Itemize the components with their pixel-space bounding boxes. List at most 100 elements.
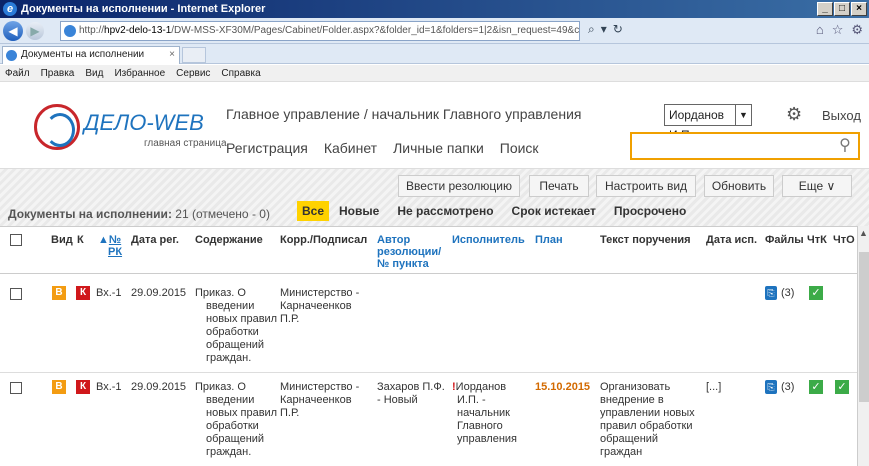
url-rest: /DW-MSS-XF30M/Pages/Cabinet/Folder.aspx?… — [171, 25, 580, 36]
row-1-corr-line: Министерство - — [280, 287, 360, 299]
back-button[interactable]: ◀ — [3, 20, 23, 41]
row-1-files-count[interactable]: (3) — [781, 287, 794, 300]
col-plan[interactable]: План — [535, 234, 563, 246]
col-k[interactable]: К — [77, 234, 84, 246]
row-2-content-line: введении — [206, 394, 255, 406]
nav-personal-folders[interactable]: Личные папки — [393, 140, 484, 156]
filter-not-reviewed[interactable]: Не рассмотрено — [397, 204, 493, 218]
row-1-content-line: введении — [206, 300, 255, 312]
col-executor[interactable]: Исполнитель — [452, 234, 525, 246]
filter-all[interactable]: Все — [297, 201, 330, 221]
view-badge-icon[interactable]: В — [52, 286, 66, 300]
nav-search[interactable]: Поиск — [500, 140, 539, 156]
tab-page-icon — [6, 50, 17, 61]
row-1-corr-line: П.Р. — [280, 313, 300, 325]
enter-resolution-button[interactable]: Ввести резолюцию — [398, 175, 520, 197]
user-select[interactable]: Иорданов И.П. ▼ — [664, 104, 752, 142]
row-2-content-line: обращений — [206, 433, 265, 445]
browser-tab[interactable]: Документы на исполнении × — [2, 46, 180, 64]
select-all-checkbox[interactable] — [10, 234, 22, 246]
col-number-l1: № — [108, 234, 122, 246]
url-prefix: http:// — [79, 25, 105, 36]
row-2-files-count[interactable]: (3) — [781, 381, 794, 394]
dropdown-icon[interactable]: ▾ — [601, 22, 607, 37]
nav-cabinet[interactable]: Кабинет — [324, 140, 377, 156]
refresh-button[interactable]: Обновить — [704, 175, 774, 197]
more-button[interactable]: Еще ∨ — [782, 175, 852, 197]
menu-tools[interactable]: Сервис — [176, 68, 210, 79]
search-icon[interactable]: ⚲ — [832, 134, 858, 158]
configure-view-button[interactable]: Настроить вид — [596, 175, 696, 197]
row-1-number[interactable]: Вх.-1 — [96, 287, 122, 300]
logo-subtitle[interactable]: главная страница — [144, 138, 227, 149]
scroll-up-icon[interactable]: ▲ — [859, 228, 868, 238]
col-task-text[interactable]: Текст поручения — [600, 234, 691, 246]
new-tab-button[interactable] — [182, 47, 206, 63]
nav-registration[interactable]: Регистрация — [226, 140, 308, 156]
col-date-reg[interactable]: Дата рег. — [131, 234, 179, 246]
col-content[interactable]: Содержание — [195, 234, 263, 246]
menu-view[interactable]: Вид — [85, 68, 103, 79]
menu-file[interactable]: Файл — [5, 68, 30, 79]
filter-new[interactable]: Новые — [339, 204, 379, 218]
row-2-content[interactable]: Приказ. О введении новых правил обработк… — [195, 381, 277, 459]
row-1-content-line: новых правил — [206, 313, 278, 325]
print-button[interactable]: Печать — [529, 175, 589, 197]
settings-icon[interactable]: ⚙ — [786, 104, 802, 125]
browser-right-tools: ⌂ ☆ ⚙ — [816, 22, 863, 38]
attachment-icon[interactable]: ⎘ — [765, 380, 777, 394]
attachment-icon[interactable]: ⎘ — [765, 286, 777, 300]
filter-expiring[interactable]: Срок истекает — [512, 204, 596, 218]
menu-help[interactable]: Справка — [221, 68, 260, 79]
favorites-star-icon[interactable]: ☆ — [832, 22, 844, 38]
menu-favorites[interactable]: Избранное — [114, 68, 165, 79]
menu-edit[interactable]: Правка — [41, 68, 75, 79]
home-icon[interactable]: ⌂ — [816, 22, 824, 38]
vertical-scrollbar[interactable]: ▲ — [857, 226, 869, 466]
col-read-o[interactable]: ЧтО — [833, 234, 855, 246]
settings-gear-icon[interactable]: ⚙ — [851, 22, 863, 38]
view-badge-icon[interactable]: В — [52, 380, 66, 394]
scroll-thumb[interactable] — [859, 252, 869, 402]
row-2-date-exec[interactable]: [...] — [706, 381, 721, 394]
col-read-k[interactable]: ЧтК — [807, 234, 827, 246]
row-2-content-line: граждан. — [206, 446, 252, 458]
row-2-content-line: новых правил — [206, 407, 278, 419]
url-host: hpv2-delo-13-1 — [104, 25, 172, 36]
col-correspondent[interactable]: Корр./Подписал — [280, 234, 367, 246]
row-1-content[interactable]: Приказ. О введении новых правил обработк… — [195, 287, 277, 365]
maximize-icon[interactable]: □ — [834, 2, 850, 16]
row-2-executor-line: Главного — [457, 420, 503, 432]
row-2-task-line: правил обработки — [600, 420, 693, 432]
page-icon — [64, 25, 76, 37]
row-2-executor[interactable]: !Иорданов И.П. - начальник Главного упра… — [452, 381, 517, 446]
col-files[interactable]: Файлы — [765, 234, 804, 246]
logo-title[interactable]: ДЕЛО-WEB — [84, 110, 214, 136]
col-date-exec[interactable]: Дата исп. — [706, 234, 757, 246]
filter-overdue[interactable]: Просрочено — [614, 204, 686, 218]
minimize-icon[interactable]: _ — [817, 2, 833, 16]
row-2-number[interactable]: Вх.-1 — [96, 381, 122, 394]
control-badge-icon[interactable]: К — [76, 380, 90, 394]
row-2-checkbox[interactable] — [10, 382, 22, 394]
delo-logo-icon[interactable] — [34, 104, 80, 150]
col-view[interactable]: Вид — [51, 234, 73, 246]
close-icon[interactable]: × — [851, 2, 867, 16]
forward-button[interactable]: ▶ — [26, 21, 44, 40]
col-author[interactable]: Автор резолюции/ № пункта — [377, 234, 441, 270]
exit-link[interactable]: Выход — [822, 108, 861, 123]
refresh-icon[interactable]: ↻ — [613, 22, 623, 37]
search-input[interactable] — [636, 134, 836, 158]
url-field[interactable]: http://hpv2-delo-13-1/DW-MSS-XF30M/Pages… — [60, 21, 580, 41]
tab-close-icon[interactable]: × — [169, 47, 175, 63]
menu-bar: Файл Правка Вид Избранное Сервис Справка — [0, 65, 869, 82]
row-2-task-line: Организовать — [600, 381, 671, 393]
col-number-l2: РК — [108, 246, 123, 258]
row-1-checkbox[interactable] — [10, 288, 22, 300]
row-2-task-line: управлении новых — [600, 407, 695, 419]
row-2-content-line: обработки — [206, 420, 259, 432]
window-title: Документы на исполнении - Internet Explo… — [21, 3, 266, 15]
col-number[interactable]: ▲№ РК — [98, 234, 122, 258]
control-badge-icon[interactable]: К — [76, 286, 90, 300]
search-icon[interactable]: ⌕ — [588, 22, 595, 37]
